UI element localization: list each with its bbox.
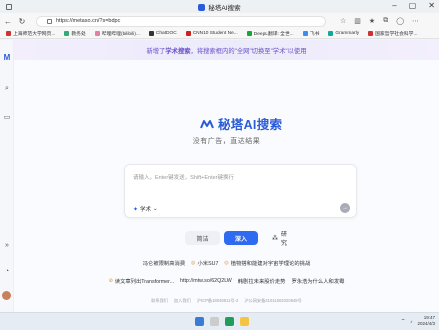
suggestions-row-1: 冯仑被限制高消费 ◎ 小米SU7 ◎ 植物搭和能建对宇宙学理论的挑战 <box>14 259 439 267</box>
window-title: 秘塔AI搜索 <box>0 2 439 12</box>
split-screen-icon[interactable]: ▥ <box>354 17 361 25</box>
address-bar-row: ← ↻ https://metaso.cn/?s=bdpc ☆ ▥ ★ ⧉ ◯ … <box>0 13 439 29</box>
bookmarks-bar: 上海师范大学网页... 教务处 哔哩哔哩(bilibili)... ChatDOC CN… <box>0 29 439 39</box>
suggestion-chip[interactable]: ◎ 小米SU7 <box>191 259 218 267</box>
metaso-logo-icon <box>200 119 214 128</box>
back-icon[interactable]: ← <box>4 17 12 26</box>
page-content: M ⌕ ▭ » ◔ 新增了 学术搜索 ，将搜索框内的"全网"切换至"学术"以使用… <box>0 40 439 312</box>
suggestion-chip[interactable]: 韩剧拉未来股价走势 <box>238 277 286 285</box>
search-input[interactable]: 请输入，Enter键发送，Shift+Enter键换行 <box>133 173 234 181</box>
bookmark-favicon-icon <box>148 31 154 36</box>
bookmark-item[interactable]: 飞书 <box>302 30 319 37</box>
bookmark-item[interactable]: 国家哲学社会科学... <box>368 30 417 37</box>
chevron-down-icon: ⌄ <box>153 206 158 212</box>
fire-icon: ◎ <box>191 260 196 266</box>
search-icon[interactable]: ⌕ <box>2 84 12 94</box>
history-icon[interactable]: ◔ <box>2 266 12 276</box>
academic-icon: ✦ <box>133 206 139 213</box>
bookmark-favicon-icon <box>64 31 70 36</box>
bookmark-item[interactable]: 哔哩哔哩(bilibili)... <box>94 30 140 37</box>
minimize-icon[interactable]: – <box>392 1 396 10</box>
search-mode-tabs: 简洁 深入 ⁂ 研究 <box>185 231 300 247</box>
bookmark-item[interactable]: 教务处 <box>64 30 86 37</box>
browser-title-bar: 秘塔AI搜索 – ▢ ✕ <box>0 0 439 13</box>
wifi-icon[interactable]: ⌔ <box>401 318 405 324</box>
suggestion-chip[interactable]: 冯仑被限制高消费 <box>143 259 185 267</box>
bookmark-favicon-icon <box>94 31 100 36</box>
bookmark-item[interactable]: Grammarly <box>328 31 359 36</box>
mode-research-button[interactable]: ⁂ 研究 <box>262 231 300 247</box>
site-favicon-icon <box>198 3 206 11</box>
search-box[interactable]: 请输入，Enter键发送，Shift+Enter键换行 ✦ 学术 ⌄ → <box>124 164 357 218</box>
mode-simple-button[interactable]: 简洁 <box>185 231 220 245</box>
link-icon: ⊘ <box>108 278 113 284</box>
sidebar: M ⌕ ▭ » ◔ <box>0 40 14 312</box>
taskbar: ⌔ ♪ 19:47 2024/4/3 <box>0 312 439 330</box>
send-button[interactable]: → <box>340 203 350 213</box>
favorite-icon[interactable]: ☆ <box>340 17 346 25</box>
bookmark-favicon-icon <box>302 31 308 36</box>
collections-icon[interactable]: ⧉ <box>383 17 388 25</box>
suggestion-chip[interactable]: 罗永浩为什么人和发霉 <box>291 277 344 285</box>
bookmark-item[interactable]: 上海师范大学网页... <box>6 30 55 37</box>
bookmark-item[interactable]: ChatDOC <box>148 31 177 36</box>
volume-icon[interactable]: ♪ <box>410 319 412 324</box>
bookmark-item[interactable]: CNN10 Student Ne... <box>185 31 238 36</box>
edge-icon[interactable] <box>225 317 234 326</box>
site-logo: 秘塔AI搜索 <box>200 114 282 133</box>
mode-deep-button[interactable]: 深入 <box>224 231 258 245</box>
avatar[interactable] <box>2 291 11 300</box>
suggestion-chip[interactable]: ◎ 植物搭和能建对宇宙学理论的挑战 <box>224 259 310 267</box>
research-icon: ⁂ <box>272 235 278 242</box>
bookmark-favicon-icon <box>246 31 252 36</box>
suggestion-chip[interactable]: ⊘ 读文章列出Transformer... <box>109 277 174 285</box>
bookmark-favicon-icon <box>185 31 191 36</box>
refresh-icon[interactable]: ↻ <box>18 17 26 26</box>
lock-icon <box>47 18 52 24</box>
footer: 联系我们 加入我们 沪ICP备18049811号-2 沪公网安备31011502… <box>151 298 302 303</box>
more-icon[interactable]: ⋯ <box>412 17 419 25</box>
library-icon[interactable]: ▭ <box>2 112 12 122</box>
suggestions-row-2: ⊘ 读文章列出Transformer... http://mtw.so/62Q2L… <box>14 277 439 285</box>
profile-icon[interactable]: ◯ <box>396 17 404 25</box>
slogan: 没有广告，直达结果 <box>192 138 261 145</box>
bookmark-favicon-icon <box>328 31 334 36</box>
maximize-icon[interactable]: ▢ <box>409 1 417 10</box>
windows-start-icon[interactable] <box>195 317 204 326</box>
fire-icon: ◎ <box>224 260 229 266</box>
metaso-logo-icon[interactable]: M <box>2 52 12 62</box>
announcement-banner: 新增了 学术搜索 ，将搜索框内的"全网"切换至"学术"以使用 <box>14 40 439 60</box>
bookmark-favicon-icon <box>6 31 11 36</box>
favorites-icon[interactable]: ★ <box>369 17 375 25</box>
close-icon[interactable]: ✕ <box>428 1 435 10</box>
search-scope-select[interactable]: ✦ 学术 ⌄ <box>133 205 158 213</box>
bookmark-item[interactable]: DeepL翻译: 全世... <box>246 30 294 37</box>
suggestion-chip[interactable]: http://mtw.so/62Q2LW <box>180 277 232 285</box>
clock[interactable]: 19:47 2024/4/3 <box>417 315 435 327</box>
expand-sidebar-icon[interactable]: » <box>2 240 12 250</box>
file-explorer-icon[interactable] <box>240 317 249 326</box>
taskview-icon[interactable] <box>210 317 219 326</box>
bookmark-favicon-icon <box>368 31 374 36</box>
url-input[interactable]: https://metaso.cn/?s=bdpc <box>36 15 326 27</box>
